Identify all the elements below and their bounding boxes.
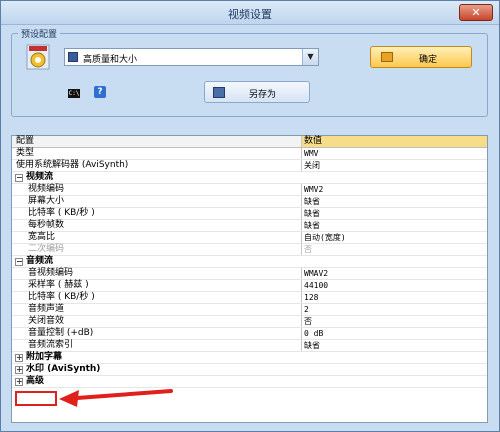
row-value[interactable]: 缺省	[301, 208, 487, 219]
property-grid[interactable]: 配置 数值 类型 WMV 使用系统解码器 (AviSynth) 关闭 − 视频流…	[11, 135, 488, 423]
category-label: 视频流	[26, 172, 54, 182]
grid-row-volume[interactable]: 音量控制 (+dB) 0 dB	[12, 328, 487, 340]
row-key: 音量控制 (+dB)	[28, 328, 94, 338]
expand-icon[interactable]: +	[15, 354, 23, 362]
grid-row-audio-bitrate[interactable]: 比特率 ( KB/秒 ) 128	[12, 292, 487, 304]
row-value[interactable]: 0 dB	[301, 328, 487, 339]
preset-config-group: 预设配置 高质量和大小 ▼ 确定 C:\ ? 另存为	[11, 27, 488, 117]
row-key: 视频编码	[28, 184, 65, 194]
row-key: 使用系统解码器 (AviSynth)	[16, 160, 129, 170]
row-value[interactable]: 否	[301, 316, 487, 327]
floppy-disk-icon	[213, 87, 225, 98]
preset-select-value: 高质量和大小	[83, 55, 138, 65]
category-watermark[interactable]: + 水印 (AviSynth)	[12, 364, 487, 376]
row-key: 比特率 ( KB/秒 )	[28, 208, 95, 218]
grid-row-video-bitrate[interactable]: 比特率 ( KB/秒 ) 缺省	[12, 208, 487, 220]
row-key: 音视频编码	[28, 268, 74, 278]
command-prompt-icon[interactable]: C:\	[68, 89, 80, 98]
ok-button[interactable]: 确定	[370, 46, 472, 68]
row-key: 二次编码	[28, 244, 65, 254]
category-subtitles[interactable]: + 附加字幕	[12, 352, 487, 364]
row-value: 否	[301, 244, 487, 255]
annotation-highlight-box	[15, 391, 57, 406]
help-icon[interactable]: ?	[94, 86, 106, 98]
row-key: 采样率 ( 赫兹 )	[28, 280, 89, 290]
category-label: 高级	[26, 376, 45, 386]
floppy-disk-icon	[68, 52, 78, 62]
annotation-arrow	[59, 389, 173, 407]
row-value[interactable]: 缺省	[301, 340, 487, 351]
grid-row-type[interactable]: 类型 WMV	[12, 148, 487, 160]
preset-group-label: 预设配置	[18, 27, 61, 40]
header-key: 配置	[16, 136, 35, 146]
grid-header: 配置 数值	[12, 136, 487, 148]
row-value[interactable]: 128	[301, 292, 487, 303]
row-key: 类型	[16, 148, 35, 158]
row-value[interactable]: WMV2	[301, 184, 487, 195]
video-preset-icon	[26, 44, 50, 70]
ok-button-label: 确定	[419, 55, 438, 65]
video-settings-dialog: 视频设置 ✕ 预设配置 高质量和大小 ▼ 确定 C:\ ? 另存为 配置 数值 …	[0, 0, 500, 432]
row-value[interactable]: 缺省	[301, 220, 487, 231]
row-key: 屏幕大小	[28, 196, 65, 206]
grid-row-system-decoder[interactable]: 使用系统解码器 (AviSynth) 关闭	[12, 160, 487, 172]
row-value[interactable]: 缺省	[301, 196, 487, 207]
grid-row-audio-codec[interactable]: 音视频编码 WMAV2	[12, 268, 487, 280]
close-button[interactable]: ✕	[459, 4, 493, 21]
category-label: 水印 (AviSynth)	[26, 364, 101, 374]
row-value[interactable]: WMV	[301, 148, 487, 159]
row-key: 宽高比	[28, 232, 56, 242]
save-as-label: 另存为	[249, 90, 277, 100]
category-video-stream[interactable]: − 视频流	[12, 172, 487, 184]
row-value[interactable]: 44100	[301, 280, 487, 291]
row-key: 每秒帧数	[28, 220, 65, 230]
expand-icon[interactable]: +	[15, 366, 23, 374]
grid-row-audio-stream-index[interactable]: 音频流索引 缺省	[12, 340, 487, 352]
grid-row-sample-rate[interactable]: 采样率 ( 赫兹 ) 44100	[12, 280, 487, 292]
collapse-icon[interactable]: −	[15, 174, 23, 182]
chevron-down-icon[interactable]: ▼	[302, 49, 318, 65]
title-bar: 视频设置 ✕	[1, 1, 499, 25]
grid-row-video-codec[interactable]: 视频编码 WMV2	[12, 184, 487, 196]
preset-select[interactable]: 高质量和大小 ▼	[64, 48, 319, 66]
save-as-button[interactable]: 另存为	[204, 81, 310, 103]
row-key: 音频流索引	[28, 340, 74, 350]
row-value[interactable]: 自动(宽度)	[301, 232, 487, 243]
header-value: 数值	[301, 136, 487, 147]
grid-row-two-pass: 二次编码 否	[12, 244, 487, 256]
grid-row-aspect-ratio[interactable]: 宽高比 自动(宽度)	[12, 232, 487, 244]
collapse-icon[interactable]: −	[15, 258, 23, 266]
close-icon: ✕	[471, 6, 481, 19]
expand-icon[interactable]: +	[15, 378, 23, 386]
row-key: 比特率 ( KB/秒 )	[28, 292, 95, 302]
row-value[interactable]: 关闭	[301, 160, 487, 171]
row-key: 音频声道	[28, 304, 65, 314]
folder-check-icon	[381, 52, 393, 62]
grid-row-mute[interactable]: 关闭音效 否	[12, 316, 487, 328]
row-key: 关闭音效	[28, 316, 65, 326]
grid-row-screen-size[interactable]: 屏幕大小 缺省	[12, 196, 487, 208]
category-audio-stream[interactable]: − 音频流	[12, 256, 487, 268]
row-value[interactable]: WMAV2	[301, 268, 487, 279]
grid-row-fps[interactable]: 每秒帧数 缺省	[12, 220, 487, 232]
category-label: 附加字幕	[26, 352, 63, 362]
window-title: 视频设置	[228, 8, 272, 21]
row-value[interactable]: 2	[301, 304, 487, 315]
grid-row-audio-channels[interactable]: 音频声道 2	[12, 304, 487, 316]
category-label: 音频流	[26, 256, 54, 266]
